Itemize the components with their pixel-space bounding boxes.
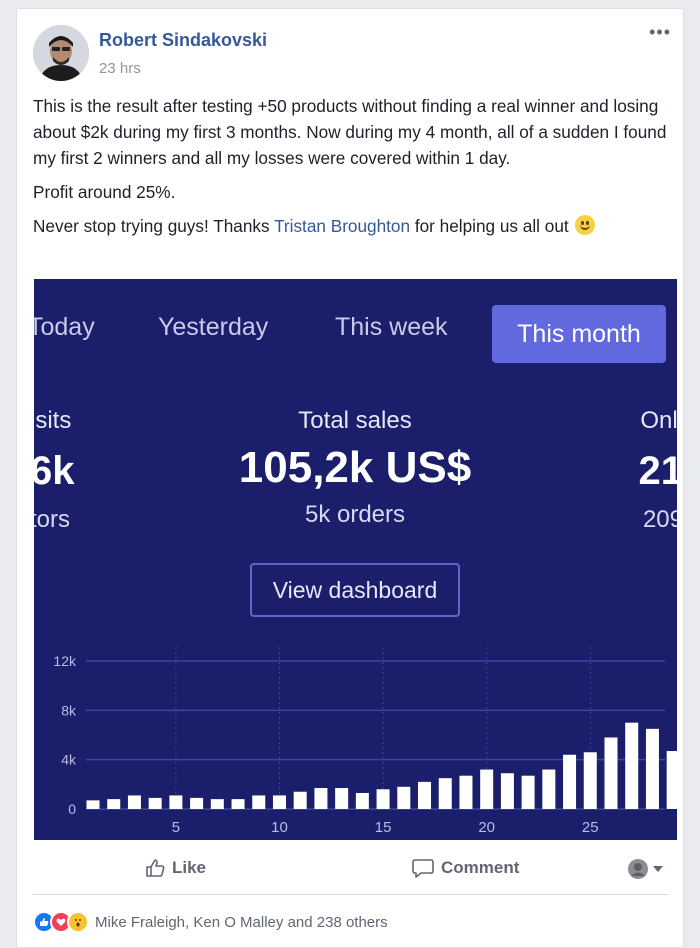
sales-screenshot[interactable]: Today Yesterday This week This month isi… <box>34 279 677 840</box>
comment-button[interactable]: Comment <box>412 858 519 878</box>
author-name[interactable]: Robert Sindakovski <box>99 30 267 51</box>
sales-bar <box>314 788 328 809</box>
sales-bar <box>645 728 659 809</box>
sales-bar <box>86 800 100 809</box>
y-tick-label: 0 <box>68 801 76 817</box>
sales-bar <box>272 795 286 809</box>
smiley-emoji-icon <box>575 215 596 235</box>
reactions-summary[interactable]: Mike Fraleigh, Ken O Malley and 238 othe… <box>33 911 388 933</box>
sales-bar <box>169 795 183 809</box>
sales-bar <box>542 769 556 809</box>
x-tick-label: 15 <box>375 819 392 836</box>
tab-today: Today <box>34 313 95 341</box>
sales-bar <box>480 769 494 809</box>
sales-bar <box>500 773 514 809</box>
tab-yesterday: Yesterday <box>158 313 269 341</box>
total-sales-value: 105,2k US$ <box>238 443 472 492</box>
online-stat: Onli 21 209 <box>639 407 678 534</box>
wow-reaction-icon <box>67 911 89 933</box>
daily-sales-chart: 0 4k 8k 12k 5 10 15 20 25 <box>53 647 677 836</box>
sales-bar <box>293 791 307 809</box>
sales-bar <box>666 751 677 809</box>
x-tick-label: 20 <box>478 819 495 836</box>
author-avatar[interactable] <box>33 25 89 81</box>
total-sales-stat: Total sales 105,2k US$ 5k orders <box>205 407 505 529</box>
post-text: This is the result after testing +50 pro… <box>33 93 673 247</box>
reaction-audience-selector[interactable] <box>627 858 663 880</box>
like-label: Like <box>172 858 207 877</box>
sales-bar <box>190 797 204 809</box>
post-card: Robert Sindakovski 23 hrs ••• This is th… <box>16 8 684 948</box>
comment-label: Comment <box>441 858 520 877</box>
caret-down-icon <box>653 866 663 872</box>
sales-bar <box>459 775 473 809</box>
sales-bar <box>127 795 141 809</box>
sales-bar <box>148 797 162 809</box>
reactions-names: Mike Fraleigh, Ken O Malley and 238 othe… <box>95 913 388 931</box>
sales-bar <box>418 781 432 809</box>
sales-bar <box>252 795 266 809</box>
online-value: 21 <box>638 449 678 493</box>
tab-this-week: This week <box>335 313 448 341</box>
comment-icon <box>412 859 434 878</box>
y-tick-label: 12k <box>53 653 77 669</box>
post-paragraph-1: This is the result after testing +50 pro… <box>33 96 667 168</box>
thumbs-up-icon <box>146 859 165 877</box>
x-tick-label: 5 <box>172 819 180 836</box>
sales-bar <box>625 722 639 809</box>
paragraph-3-prefix: Never stop trying guys! Thanks <box>33 216 275 236</box>
sales-bar <box>563 754 577 809</box>
more-options-icon[interactable]: ••• <box>649 23 671 41</box>
online-label: Onli <box>640 407 677 434</box>
sales-bar <box>521 775 535 809</box>
avatar-portrait <box>33 25 89 81</box>
paragraph-3-suffix: for helping us all out <box>410 216 574 236</box>
sales-bar <box>583 752 597 809</box>
sales-bar <box>107 799 121 809</box>
view-dashboard-button: View dashboard <box>250 563 460 617</box>
post-paragraph-2: Profit around 25%. <box>33 182 176 202</box>
post-paragraph-3: Never stop trying guys! Thanks Tristan B… <box>33 213 673 239</box>
mention-link[interactable]: Tristan Broughton <box>274 216 410 236</box>
sales-bar <box>210 799 224 809</box>
post-actions: Like Comment <box>17 852 683 888</box>
sales-bar <box>335 788 349 809</box>
tab-this-month: This month <box>492 305 666 363</box>
sales-bar <box>397 786 411 809</box>
like-button[interactable]: Like <box>145 858 206 878</box>
visits-label: isits <box>34 407 72 434</box>
visits-stat: isits 6k tors <box>34 407 75 534</box>
profile-thumbnail-icon <box>628 859 648 879</box>
x-tick-label: 25 <box>582 819 599 836</box>
y-tick-label: 8k <box>61 702 77 718</box>
actions-divider <box>33 894 669 895</box>
sales-bar <box>355 792 369 809</box>
x-tick-label: 10 <box>271 819 288 836</box>
total-sales-label: Total sales <box>298 407 412 434</box>
sales-bar <box>438 778 452 809</box>
sales-bar <box>231 799 245 809</box>
sales-bar <box>604 737 618 809</box>
visits-value: 6k <box>34 449 75 493</box>
y-tick-label: 4k <box>61 752 77 768</box>
post-time[interactable]: 23 hrs <box>99 60 141 77</box>
online-sub: 209 <box>642 506 677 533</box>
visitors-label: tors <box>34 506 71 533</box>
sales-bar <box>376 789 390 809</box>
orders-count: 5k orders <box>304 501 406 528</box>
